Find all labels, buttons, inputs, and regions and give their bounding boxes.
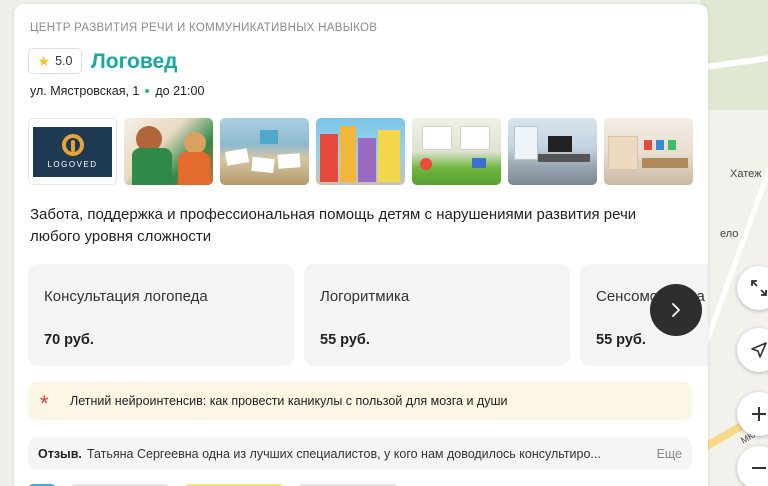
photo-gallery: LOGOVED bbox=[28, 118, 693, 185]
photo-logo[interactable]: LOGOVED bbox=[28, 118, 117, 185]
address-text: ул. Мястровская, 1 bbox=[30, 84, 140, 98]
review-label: Отзыв. bbox=[38, 447, 82, 461]
service-price: 70 руб. bbox=[44, 332, 94, 348]
rating-badge[interactable]: ★ 5.0 bbox=[28, 48, 82, 74]
service-card[interactable]: Консультация логопеда 70 руб. bbox=[28, 264, 294, 366]
location-arrow-icon bbox=[751, 342, 767, 358]
service-card[interactable]: Логоритмика 55 руб. bbox=[304, 264, 570, 366]
organization-card[interactable]: ЦЕНТР РАЗВИТИЯ РЕЧИ И КОММУНИКАТИВНЫХ НА… bbox=[14, 4, 708, 486]
zoom-in-icon bbox=[752, 407, 766, 421]
rating-value: 5.0 bbox=[55, 54, 73, 68]
star-icon: ★ bbox=[37, 53, 51, 69]
service-name: Логоритмика bbox=[320, 288, 410, 305]
working-hours: до 21:00 bbox=[155, 84, 205, 98]
zoom-out-icon bbox=[752, 467, 766, 469]
carousel-next-button[interactable] bbox=[650, 284, 702, 336]
review-more-link[interactable]: Еще bbox=[657, 447, 682, 461]
org-title[interactable]: Логовед bbox=[91, 50, 178, 74]
services-carousel: Консультация логопеда 70 руб. Логоритмик… bbox=[28, 264, 708, 366]
map-park-area bbox=[700, 0, 768, 110]
review-snippet[interactable]: Отзыв. Татьяна Сергеевна одна из лучших … bbox=[28, 438, 692, 470]
map-label: Хатеж bbox=[730, 168, 762, 180]
org-description: Забота, поддержка и профессиональная пом… bbox=[30, 206, 637, 245]
photo-office[interactable] bbox=[508, 118, 597, 185]
logo: LOGOVED bbox=[33, 126, 112, 177]
service-name: Консультация логопеда bbox=[44, 288, 208, 305]
expand-icon bbox=[751, 280, 767, 296]
photo-desk-cards[interactable] bbox=[220, 118, 309, 185]
photo-colorful-houses[interactable] bbox=[316, 118, 405, 185]
open-status-dot bbox=[145, 89, 150, 93]
photo-therapist-child[interactable] bbox=[124, 118, 213, 185]
promo-banner[interactable]: * Летний нейроинтенсив: как провести кан… bbox=[28, 382, 692, 420]
photo-play-room[interactable] bbox=[412, 118, 501, 185]
address-line: ул. Мястровская, 1 до 21:00 bbox=[30, 84, 204, 98]
map-label: ело bbox=[720, 228, 739, 240]
logo-text: LOGOVED bbox=[47, 160, 98, 169]
chevron-right-icon bbox=[672, 303, 680, 317]
logo-icon bbox=[61, 134, 84, 156]
service-price: 55 руб. bbox=[596, 332, 646, 348]
asterisk-icon: * bbox=[40, 391, 49, 416]
promo-text: Летний нейроинтенсив: как провести каник… bbox=[70, 394, 508, 408]
service-price: 55 руб. bbox=[320, 332, 370, 348]
org-category: ЦЕНТР РАЗВИТИЯ РЕЧИ И КОММУНИКАТИВНЫХ НА… bbox=[30, 22, 378, 34]
review-text: Татьяна Сергеевна одна из лучших специал… bbox=[86, 447, 601, 461]
photo-classroom[interactable] bbox=[604, 118, 693, 185]
